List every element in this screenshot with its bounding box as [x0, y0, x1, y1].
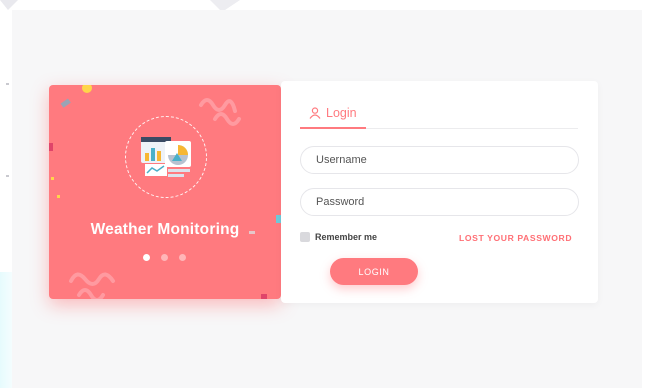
- promo-title: Weather Monitoring: [90, 221, 240, 238]
- edge-tick: [6, 83, 9, 85]
- carousel-dot-3[interactable]: [179, 254, 186, 261]
- tab-login[interactable]: Login: [300, 99, 366, 129]
- user-icon: [309, 107, 321, 119]
- remember-me-checkbox[interactable]: [300, 232, 310, 242]
- edge-tick: [6, 175, 9, 177]
- tab-login-label: Login: [326, 106, 357, 120]
- promo-card: Weather Monitoring: [49, 85, 281, 299]
- remember-me-toggle[interactable]: Remember me: [300, 232, 377, 242]
- login-card: Login Remember me LOST YOUR PASSWORD LOG…: [281, 81, 598, 303]
- left-edge-accent: [0, 272, 12, 388]
- analytics-dashboard-icon: [141, 137, 191, 177]
- tab-bar: Login: [300, 99, 578, 129]
- login-button[interactable]: LOGIN: [330, 258, 418, 285]
- carousel-dot-1[interactable]: [143, 254, 150, 261]
- carousel-dots: [143, 254, 186, 261]
- carousel-dot-2[interactable]: [161, 254, 168, 261]
- username-input[interactable]: [300, 146, 579, 174]
- remember-me-label: Remember me: [315, 232, 378, 242]
- lost-password-link[interactable]: LOST YOUR PASSWORD: [459, 233, 572, 243]
- password-input[interactable]: [300, 188, 579, 216]
